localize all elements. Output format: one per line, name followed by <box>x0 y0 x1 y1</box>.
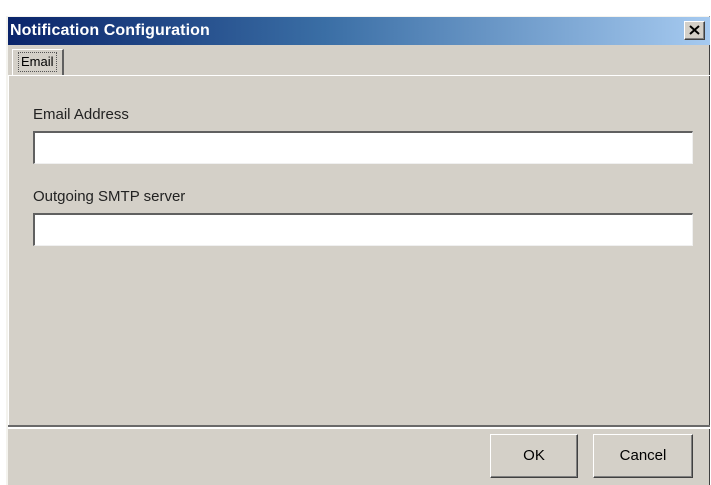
window-title: Notification Configuration <box>10 22 210 39</box>
ok-button[interactable]: OK <box>490 434 578 478</box>
close-icon <box>689 25 700 35</box>
cancel-button[interactable]: Cancel <box>593 434 693 478</box>
tab-email-label: Email <box>18 52 57 72</box>
tab-email[interactable]: Email <box>12 49 64 75</box>
title-bar[interactable]: Notification Configuration <box>8 17 710 45</box>
email-address-label: Email Address <box>33 106 129 123</box>
email-address-input[interactable] <box>33 131 693 164</box>
email-tab-panel: Email Address Outgoing SMTP server <box>8 75 710 425</box>
notification-configuration-dialog: Notification Configuration Email Email A… <box>6 16 710 485</box>
smtp-server-input[interactable] <box>33 213 693 246</box>
close-button[interactable] <box>684 21 705 40</box>
smtp-server-label: Outgoing SMTP server <box>33 188 186 205</box>
button-separator <box>8 425 710 429</box>
